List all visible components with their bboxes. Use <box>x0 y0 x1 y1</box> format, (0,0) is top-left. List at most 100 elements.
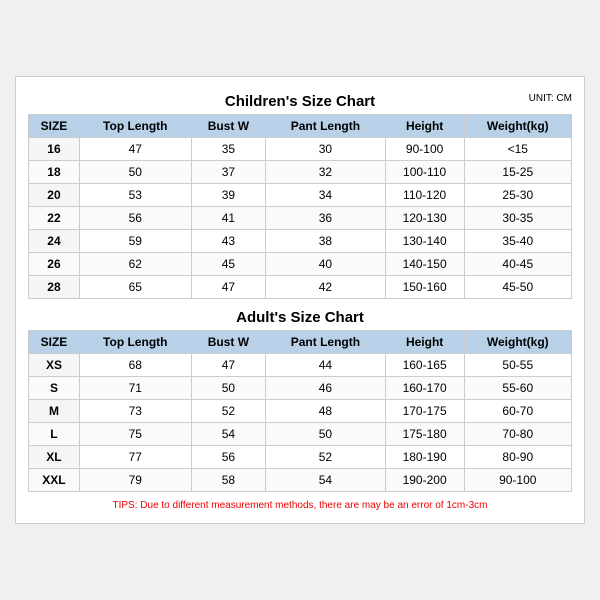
table-cell: 170-175 <box>385 400 464 423</box>
table-row: 1647353090-100<15 <box>29 138 572 161</box>
table-cell: 59 <box>79 230 191 253</box>
table-cell: 53 <box>79 184 191 207</box>
table-cell: 68 <box>79 354 191 377</box>
table-cell: 47 <box>79 138 191 161</box>
table-cell: 44 <box>266 354 386 377</box>
children-col-height: Height <box>385 115 464 138</box>
table-cell: 140-150 <box>385 253 464 276</box>
table-cell: 100-110 <box>385 161 464 184</box>
table-cell: 30-35 <box>464 207 571 230</box>
table-cell: 75 <box>79 423 191 446</box>
table-cell: 41 <box>191 207 266 230</box>
table-cell: 54 <box>191 423 266 446</box>
table-row: XXL795854190-20090-100 <box>29 469 572 492</box>
table-row: M735248170-17560-70 <box>29 400 572 423</box>
table-cell: M <box>29 400 80 423</box>
table-cell: 20 <box>29 184 80 207</box>
table-cell: 38 <box>266 230 386 253</box>
adult-title-text: Adult's Size Chart <box>236 309 364 326</box>
adult-title: Adult's Size Chart <box>28 301 572 330</box>
table-row: XS684744160-16550-55 <box>29 354 572 377</box>
table-cell: 26 <box>29 253 80 276</box>
children-col-bust: Bust W <box>191 115 266 138</box>
table-cell: 73 <box>79 400 191 423</box>
table-cell: 160-170 <box>385 377 464 400</box>
children-header-row: SIZE Top Length Bust W Pant Length Heigh… <box>29 115 572 138</box>
table-cell: 42 <box>266 276 386 299</box>
table-cell: 37 <box>191 161 266 184</box>
table-cell: 48 <box>266 400 386 423</box>
children-title: Children's Size Chart UNIT: CM <box>28 87 572 114</box>
table-cell: 28 <box>29 276 80 299</box>
adult-col-size: SIZE <box>29 331 80 354</box>
table-cell: 32 <box>266 161 386 184</box>
children-col-pant: Pant Length <box>266 115 386 138</box>
table-row: 22564136120-13030-35 <box>29 207 572 230</box>
adult-col-top-length: Top Length <box>79 331 191 354</box>
table-cell: XS <box>29 354 80 377</box>
table-cell: 62 <box>79 253 191 276</box>
children-title-text: Children's Size Chart <box>225 93 375 110</box>
table-cell: L <box>29 423 80 446</box>
table-cell: 150-160 <box>385 276 464 299</box>
table-cell: 30 <box>266 138 386 161</box>
adult-table: SIZE Top Length Bust W Pant Length Heigh… <box>28 330 572 492</box>
table-cell: 70-80 <box>464 423 571 446</box>
table-cell: 190-200 <box>385 469 464 492</box>
table-cell: 52 <box>266 446 386 469</box>
table-cell: 50 <box>266 423 386 446</box>
table-cell: 34 <box>266 184 386 207</box>
table-cell: 40 <box>266 253 386 276</box>
table-cell: 54 <box>266 469 386 492</box>
table-cell: 160-165 <box>385 354 464 377</box>
table-cell: 56 <box>191 446 266 469</box>
table-cell: 47 <box>191 354 266 377</box>
table-cell: 77 <box>79 446 191 469</box>
table-cell: 16 <box>29 138 80 161</box>
table-row: 28654742150-16045-50 <box>29 276 572 299</box>
table-cell: 24 <box>29 230 80 253</box>
table-cell: 56 <box>79 207 191 230</box>
table-cell: 46 <box>266 377 386 400</box>
table-row: S715046160-17055-60 <box>29 377 572 400</box>
table-cell: 52 <box>191 400 266 423</box>
children-col-top-length: Top Length <box>79 115 191 138</box>
table-cell: 180-190 <box>385 446 464 469</box>
adult-col-pant: Pant Length <box>266 331 386 354</box>
adult-col-bust: Bust W <box>191 331 266 354</box>
table-cell: 39 <box>191 184 266 207</box>
children-col-weight: Weight(kg) <box>464 115 571 138</box>
table-cell: S <box>29 377 80 400</box>
table-cell: 79 <box>79 469 191 492</box>
table-cell: XL <box>29 446 80 469</box>
table-row: L755450175-18070-80 <box>29 423 572 446</box>
table-cell: 35 <box>191 138 266 161</box>
table-cell: 60-70 <box>464 400 571 423</box>
table-cell: 25-30 <box>464 184 571 207</box>
table-row: 24594338130-14035-40 <box>29 230 572 253</box>
table-cell: 45-50 <box>464 276 571 299</box>
unit-label: UNIT: CM <box>529 93 572 104</box>
adult-header-row: SIZE Top Length Bust W Pant Length Heigh… <box>29 331 572 354</box>
children-table: SIZE Top Length Bust W Pant Length Heigh… <box>28 114 572 299</box>
table-cell: 110-120 <box>385 184 464 207</box>
table-cell: 45 <box>191 253 266 276</box>
table-cell: 120-130 <box>385 207 464 230</box>
table-cell: 50 <box>79 161 191 184</box>
table-cell: 50 <box>191 377 266 400</box>
table-cell: 15-25 <box>464 161 571 184</box>
table-cell: 175-180 <box>385 423 464 446</box>
table-row: 20533934110-12025-30 <box>29 184 572 207</box>
table-cell: 58 <box>191 469 266 492</box>
chart-container: Children's Size Chart UNIT: CM SIZE Top … <box>15 76 585 524</box>
table-cell: 90-100 <box>385 138 464 161</box>
children-col-size: SIZE <box>29 115 80 138</box>
table-cell: 55-60 <box>464 377 571 400</box>
table-cell: 36 <box>266 207 386 230</box>
table-cell: 22 <box>29 207 80 230</box>
table-row: 26624540140-15040-45 <box>29 253 572 276</box>
table-cell: 47 <box>191 276 266 299</box>
table-cell: 43 <box>191 230 266 253</box>
table-row: XL775652180-19080-90 <box>29 446 572 469</box>
table-cell: <15 <box>464 138 571 161</box>
